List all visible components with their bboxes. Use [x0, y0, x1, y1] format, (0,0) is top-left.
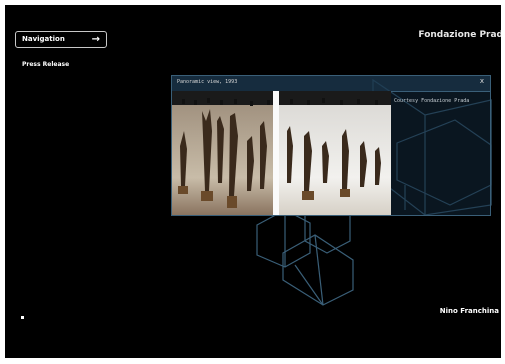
- photo-credit: Courtesy Fondazione Prada: [394, 98, 470, 104]
- bullet-marker: [21, 316, 24, 319]
- press-release-link[interactable]: Press Release: [22, 61, 69, 68]
- panel-title: Panoramic view, 1993: [177, 79, 238, 85]
- navigation-label: Navigation: [22, 35, 65, 43]
- close-icon[interactable]: x: [480, 77, 484, 85]
- image-viewer-panel: Panoramic view, 1993 x Courtesy Fondazio…: [171, 75, 491, 216]
- navigation-button[interactable]: Navigation →: [15, 31, 107, 48]
- brand-title: Fondazione Prad: [418, 30, 501, 40]
- exhibition-photo: [172, 91, 391, 215]
- arrow-right-icon: →: [91, 34, 100, 45]
- panel-titlebar: Panoramic view, 1993 x: [172, 76, 490, 92]
- app-screen: Navigation → Fondazione Prad Press Relea…: [5, 5, 501, 358]
- artist-name[interactable]: Nino Franchina: [440, 307, 499, 315]
